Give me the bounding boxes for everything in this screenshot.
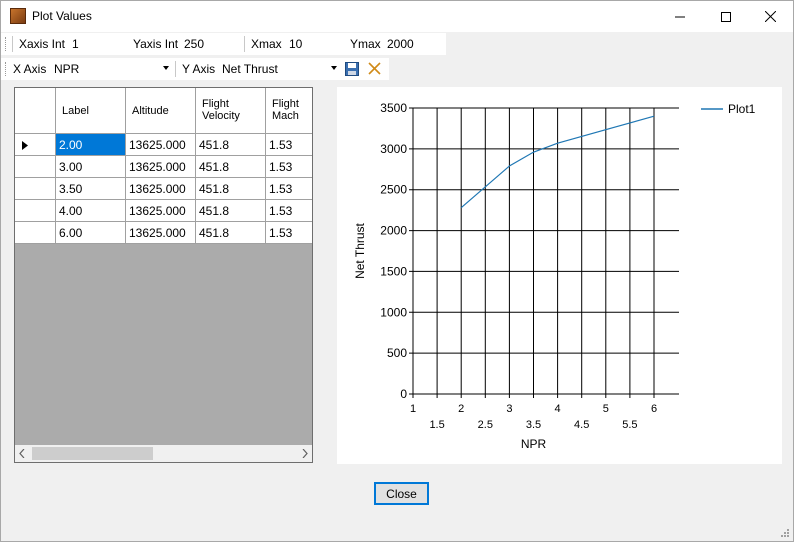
x-tick-label: 3.5 [526,419,541,431]
y-tick-label: 2500 [380,183,407,197]
minimize-button[interactable] [657,1,703,32]
clear-icon[interactable] [367,61,382,76]
axis-settings-toolbar: Xaxis Int 1 Yaxis Int 250 Xmax 10 Ymax 2… [1,33,446,55]
scrollbar-thumb[interactable] [32,447,153,460]
table-cell[interactable]: 451.8 [196,156,266,178]
yaxis-int-input[interactable]: 250 [184,37,204,51]
table-cell[interactable]: 3.50 [56,178,126,200]
x-tick-label: 6 [651,403,657,415]
table-cell[interactable]: 3.00 [56,156,126,178]
yaxis-int-label: Yaxis Int [133,37,179,51]
y-tick-label: 3500 [380,101,407,115]
scroll-left-icon[interactable] [19,449,25,458]
x-tick-label: 1 [410,403,416,415]
maximize-icon [721,11,731,22]
y-axis-select[interactable]: Net Thrust [219,59,339,79]
row-header[interactable] [15,178,56,200]
y-axis-label: Y Axis [182,62,216,76]
plot-values-window: Plot Values Xaxis Int 1 Yaxis Int 250 Xm… [0,0,794,542]
table-cell[interactable]: 6.00 [56,222,126,244]
table-cell[interactable]: 2.00 [56,134,126,156]
table-cell[interactable]: 451.8 [196,134,266,156]
close-button[interactable]: Close [374,482,429,505]
title-bar: Plot Values [1,1,793,32]
toolbar-grip[interactable] [5,37,9,51]
column-header-altitude[interactable]: Altitude [126,88,196,134]
x-axis-label: X Axis [13,62,47,76]
legend-label: Plot1 [728,102,756,116]
table-cell[interactable]: 1.53 [266,134,312,156]
save-icon[interactable] [345,62,359,76]
y-tick-label: 1000 [380,305,407,319]
table-cell[interactable]: 1.53 [266,222,312,244]
ymax-label: Ymax [350,37,381,51]
x-tick-label: 4.5 [574,419,589,431]
column-header-label[interactable]: Label [56,88,126,134]
y-tick-label: 3000 [380,142,407,156]
line-chart: 0 500 1000 1500 2000 2500 3000 3500 1 2 3 4 5 6 1.5 2.5… [353,101,756,451]
xmax-label: Xmax [251,37,282,51]
table-cell[interactable]: 13625.000 [126,222,196,244]
xmax-input[interactable]: 10 [289,37,302,51]
x-tick-label: 5 [603,403,609,415]
x-axis-title: NPR [521,437,547,451]
table-cell[interactable]: 4.00 [56,200,126,222]
row-header[interactable] [15,156,56,178]
chevron-down-icon [163,66,169,70]
x-tick-label: 1.5 [429,419,444,431]
column-header-flight-mach[interactable]: Flight Mach [266,88,312,134]
resize-grip-icon[interactable] [780,528,790,538]
table-cell[interactable]: 1.53 [266,200,312,222]
x-tick-label: 2 [458,403,464,415]
x-tick-label: 4 [555,403,561,415]
x-axis-select[interactable]: NPR [51,59,171,79]
table-cell[interactable]: 13625.000 [126,134,196,156]
toolbar-separator [175,61,176,77]
values-grid[interactable]: Label Altitude Flight Velocity Flight Ma… [14,87,313,463]
row-header[interactable] [15,200,56,222]
y-tick-label: 2000 [380,224,407,238]
table-cell[interactable]: 1.53 [266,156,312,178]
table-cell[interactable]: 451.8 [196,200,266,222]
y-axis-title: Net Thrust [353,222,367,278]
chart-panel: 0 500 1000 1500 2000 2500 3000 3500 1 2 3 4 5 6 1.5 2.5… [337,87,782,464]
scroll-right-icon[interactable] [302,449,308,458]
maximize-button[interactable] [703,1,749,32]
xaxis-int-input[interactable]: 1 [72,37,79,51]
y-tick-label: 1500 [380,264,407,278]
axis-select-toolbar: X Axis NPR Y Axis Net Thrust [1,58,389,80]
table-cell[interactable]: 13625.000 [126,178,196,200]
table-cell[interactable]: 13625.000 [126,156,196,178]
window-title: Plot Values [32,9,92,23]
app-icon [10,8,26,24]
grid-corner-header [15,88,56,134]
x-tick-label: 3 [506,403,512,415]
row-header[interactable] [15,134,56,156]
minimize-icon [675,16,685,17]
x-tick-label: 5.5 [622,419,637,431]
ymax-input[interactable]: 2000 [387,37,414,51]
table-cell[interactable]: 13625.000 [126,200,196,222]
toolbar-separator [12,36,13,52]
y-tick-label: 0 [400,387,407,401]
toolbar-separator [244,36,245,52]
chevron-down-icon [331,66,337,70]
close-icon [764,11,776,22]
xaxis-int-label: Xaxis Int [19,37,66,51]
horizontal-scrollbar[interactable] [15,445,312,462]
x-axis-select-value: NPR [54,62,80,76]
y-axis-select-value: Net Thrust [222,62,278,76]
close-window-button[interactable] [747,1,793,32]
y-tick-label: 500 [387,346,407,360]
column-header-flight-velocity[interactable]: Flight Velocity [196,88,266,134]
table-cell[interactable]: 451.8 [196,222,266,244]
table-cell[interactable]: 1.53 [266,178,312,200]
current-row-arrow-icon [22,141,28,150]
table-cell[interactable]: 451.8 [196,178,266,200]
row-header[interactable] [15,222,56,244]
toolbar-grip[interactable] [5,62,9,76]
x-tick-label: 2.5 [478,419,493,431]
